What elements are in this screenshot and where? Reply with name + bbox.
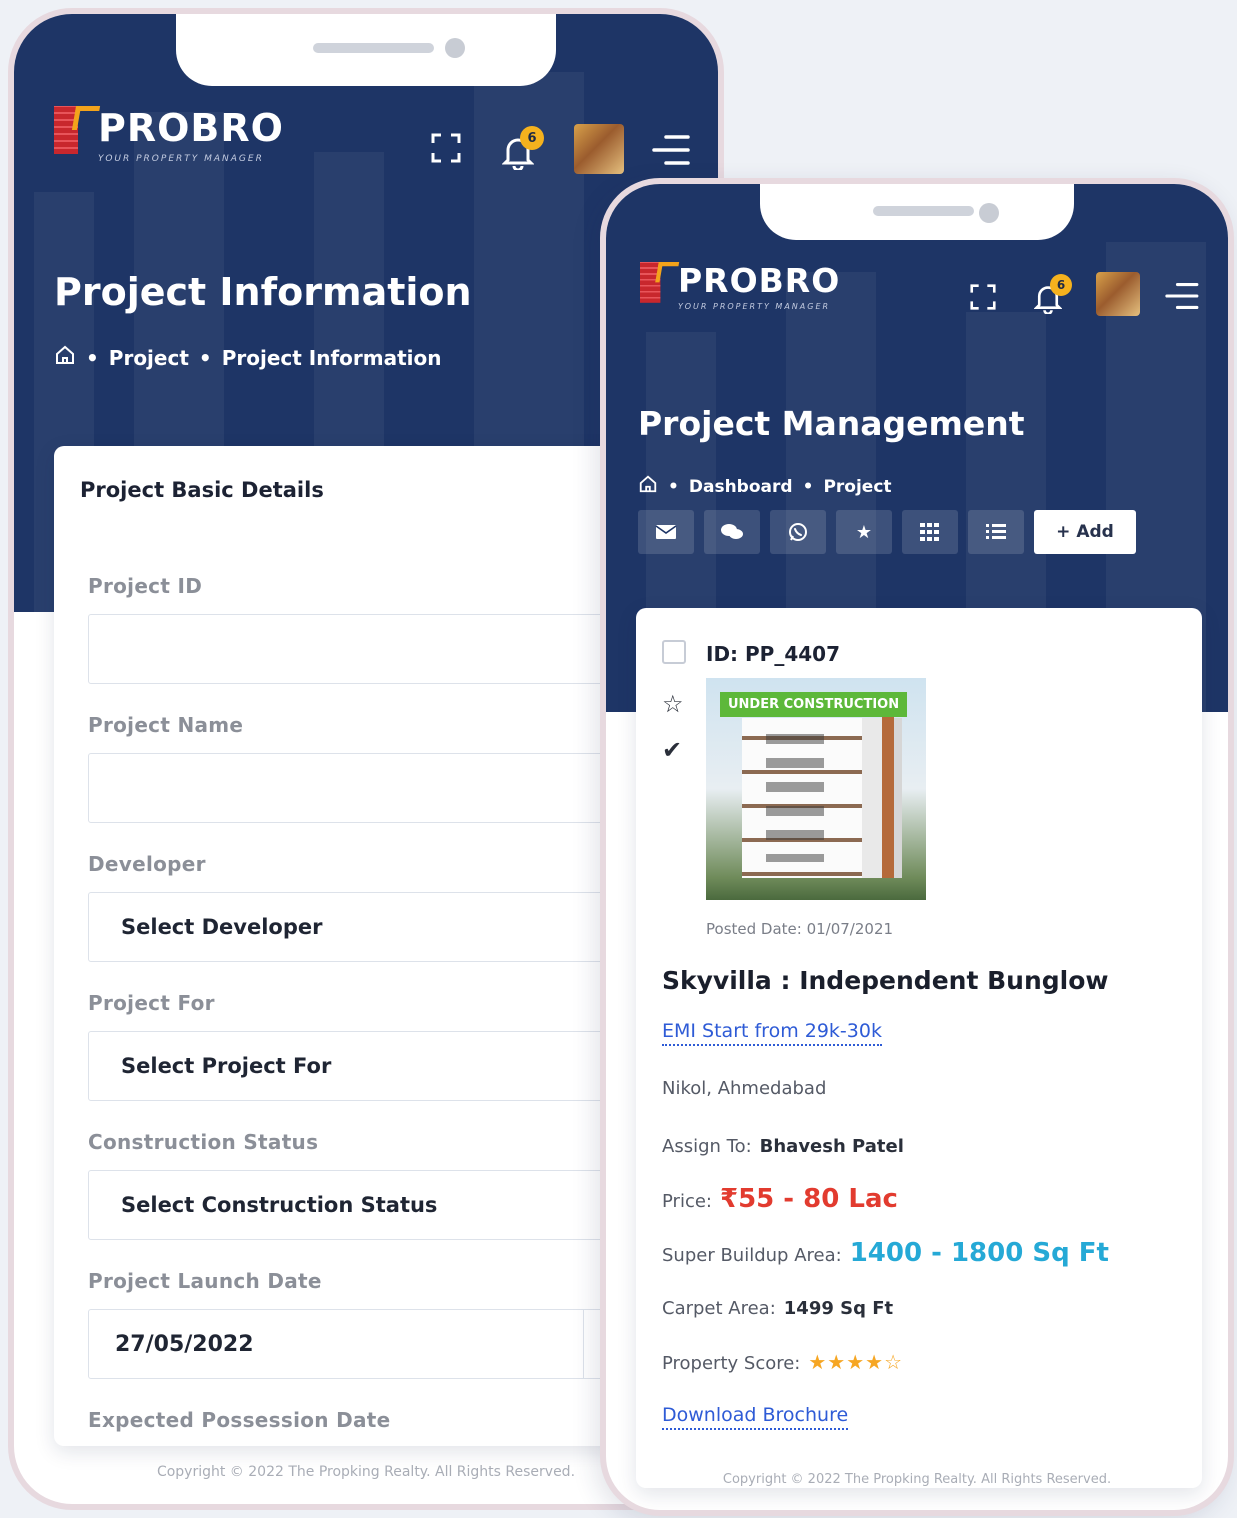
logo-name: PROBRO (98, 106, 284, 150)
hamburger-icon[interactable] (650, 132, 690, 168)
check-icon[interactable]: ✔ (662, 736, 682, 764)
breadcrumb-project[interactable]: Project (823, 477, 891, 497)
notification-button[interactable]: 6 (1032, 274, 1072, 316)
logo-tagline: YOUR PROPERTY MANAGER (98, 154, 264, 164)
grid-icon[interactable] (902, 510, 958, 554)
breadcrumb-project[interactable]: Project (109, 346, 189, 370)
super-area-label: Super Buildup Area: (662, 1245, 842, 1266)
emi-link[interactable]: EMI Start from 29k-30k (662, 1020, 882, 1046)
favorite-star-icon[interactable]: ☆ (662, 690, 684, 718)
property-id: ID: PP_4407 (706, 642, 840, 666)
building-windows (766, 734, 824, 862)
probro-logo[interactable]: PROBRO YOUR PROPERTY MANAGER (640, 262, 840, 311)
select-checkbox[interactable] (662, 640, 686, 664)
field-label-project-for: Project For (88, 991, 215, 1015)
property-score-label: Property Score: (662, 1353, 801, 1374)
property-score-row: Property Score: ★★★★☆ (662, 1350, 903, 1374)
carpet-area-label: Carpet Area: (662, 1298, 776, 1319)
phone-notch (760, 184, 1074, 240)
avatar[interactable] (574, 124, 624, 174)
building-accent (882, 710, 894, 878)
rating-stars-icon: ★★★★☆ (808, 1350, 904, 1374)
price-row: Price: ₹55 - 80 Lac (662, 1184, 898, 1214)
probro-logo[interactable]: PROBRO YOUR PROPERTY MANAGER (54, 106, 284, 164)
breadcrumb-dashboard[interactable]: Dashboard (689, 477, 793, 497)
logo-tagline: YOUR PROPERTY MANAGER (678, 302, 831, 311)
carpet-area-row: Carpet Area: 1499 Sq Ft (662, 1298, 893, 1319)
price-value: ₹55 - 80 Lac (719, 1184, 898, 1214)
logo-mark-icon (54, 106, 101, 154)
property-image[interactable]: UNDER CONSTRUCTION (706, 678, 926, 900)
breadcrumb: • Dashboard • Project (638, 474, 892, 499)
property-card: ID: PP_4407 ☆ ✔ UNDER CONSTRUCTION Poste… (636, 608, 1202, 1488)
hamburger-icon[interactable] (1162, 280, 1200, 312)
super-area-row: Super Buildup Area: 1400 - 1800 Sq Ft (662, 1238, 1109, 1268)
section-title: Project Basic Details (80, 478, 324, 502)
add-button[interactable]: + Add (1034, 510, 1136, 554)
assign-row: Assign To: Bhavesh Patel (662, 1136, 904, 1157)
expand-icon[interactable] (428, 130, 464, 166)
footer-copyright: Copyright © 2022 The Propking Realty. Al… (722, 1472, 1112, 1487)
construction-status-badge: UNDER CONSTRUCTION (720, 692, 908, 717)
posted-date: Posted Date: 01/07/2021 (706, 920, 894, 938)
breadcrumb: • Project • Project Information (54, 344, 441, 371)
avatar[interactable] (1096, 272, 1140, 316)
notification-button[interactable]: 6 (500, 126, 544, 172)
property-title[interactable]: Skyvilla : Independent Bunglow (662, 966, 1109, 995)
assign-value: Bhavesh Patel (759, 1136, 904, 1157)
field-label-project-name: Project Name (88, 713, 244, 737)
launch-date-value: 27/05/2022 (115, 1331, 254, 1357)
assign-label: Assign To: (662, 1136, 752, 1157)
notification-badge: 6 (1050, 274, 1072, 296)
phone-project-management: PROBRO YOUR PROPERTY MANAGER 6 Project M… (600, 178, 1234, 1516)
super-area-value: 1400 - 1800 Sq Ft (849, 1238, 1109, 1268)
action-toolbar: ★ + Add (638, 510, 1136, 554)
mail-icon[interactable] (638, 510, 694, 554)
page-title: Project Information (54, 270, 472, 314)
home-icon[interactable] (54, 344, 76, 371)
list-icon[interactable] (968, 510, 1024, 554)
whatsapp-icon[interactable] (770, 510, 826, 554)
home-icon[interactable] (638, 474, 658, 499)
expand-icon[interactable] (968, 282, 998, 312)
logo-mark-icon (640, 262, 680, 303)
field-label-developer: Developer (88, 852, 206, 876)
logo-name: PROBRO (678, 261, 841, 300)
field-label-possession-date: Expected Possession Date (88, 1408, 391, 1432)
download-brochure-link[interactable]: Download Brochure (662, 1404, 849, 1430)
star-icon[interactable]: ★ (836, 510, 892, 554)
chat-icon[interactable] (704, 510, 760, 554)
price-label: Price: (662, 1191, 712, 1212)
property-location: Nikol, Ahmedabad (662, 1078, 827, 1099)
breadcrumb-project-information[interactable]: Project Information (222, 346, 442, 370)
field-label-launch-date: Project Launch Date (88, 1269, 322, 1293)
field-label-project-id: Project ID (88, 574, 203, 598)
notification-badge: 6 (520, 126, 544, 150)
page-title: Project Management (638, 404, 1025, 443)
carpet-area-value: 1499 Sq Ft (783, 1298, 894, 1319)
field-label-construction-status: Construction Status (88, 1130, 319, 1154)
phone-notch (176, 14, 556, 86)
